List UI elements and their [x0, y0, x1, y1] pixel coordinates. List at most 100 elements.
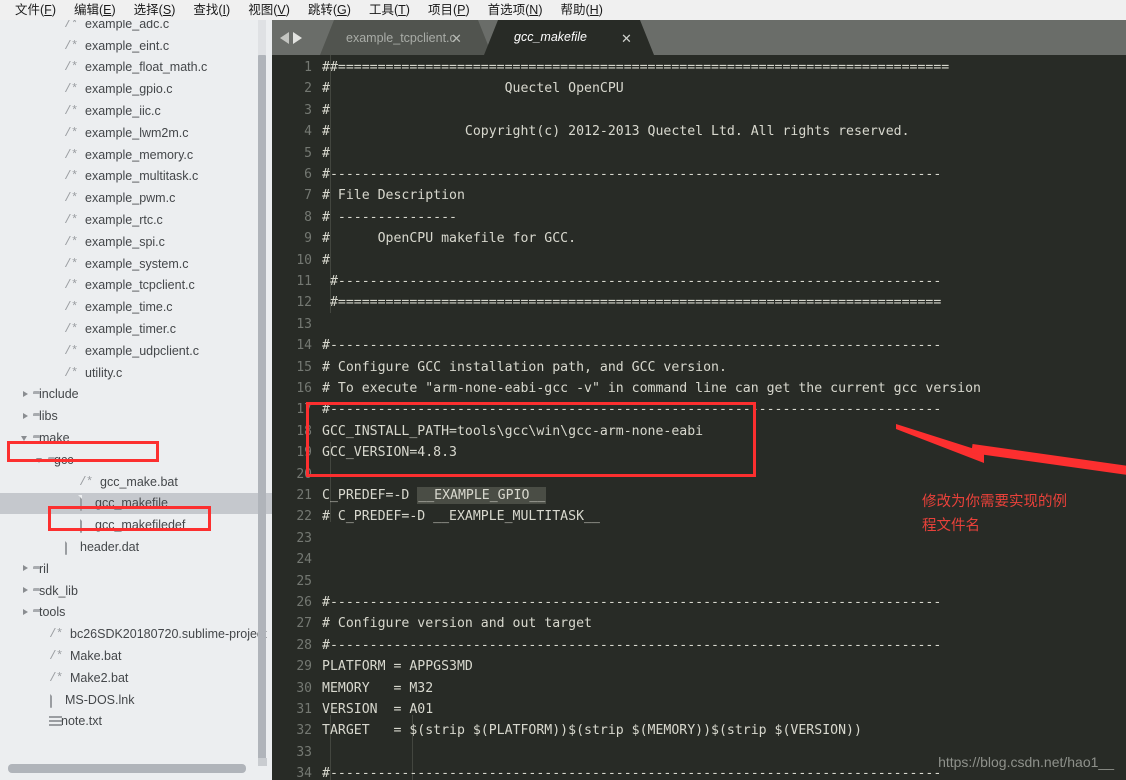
code-line[interactable]: TARGET = $(strip $(PLATFORM))$(strip $(M…: [322, 720, 862, 741]
sidebar-horizontal-scrollbar-track[interactable]: [0, 758, 272, 780]
chevron-right-icon[interactable]: [21, 564, 30, 573]
line-number: 7: [304, 188, 312, 204]
chevron-right-icon[interactable]: [21, 586, 30, 595]
tree-item-header-dat[interactable]: header.dat: [0, 536, 272, 558]
tree-item-utility-c[interactable]: /* utility.c: [0, 362, 272, 384]
code-line[interactable]: #---------------------------------------…: [322, 763, 941, 780]
close-icon[interactable]: ✕: [451, 32, 462, 45]
tree-item-example-iic-c[interactable]: /* example_iic.c: [0, 100, 272, 122]
code-line[interactable]: PLATFORM = APPGS3MD: [322, 656, 473, 677]
c-file-icon: /*: [49, 649, 63, 664]
text-file-icon: [48, 714, 55, 728]
tab-label: example_tcpclient.c: [346, 31, 456, 45]
tree-item-tools[interactable]: tools: [0, 602, 272, 624]
tree-item-example-time-c[interactable]: /* example_time.c: [0, 296, 272, 318]
menu-item-4[interactable]: 查找(I): [184, 0, 239, 20]
tree-item-example-pwm-c[interactable]: /* example_pwm.c: [0, 187, 272, 209]
code-line[interactable]: # File Description: [322, 185, 465, 206]
c-file-icon: /*: [64, 213, 78, 228]
code-line[interactable]: #---------------------------------------…: [322, 271, 941, 292]
file-tree-sidebar[interactable]: /* example_adc.c /* example_eint.c /* example…: [0, 20, 272, 780]
tree-item-example-adc-c[interactable]: /* example_adc.c: [0, 20, 272, 35]
tree-item-label: note.txt: [61, 714, 102, 729]
close-icon[interactable]: ✕: [621, 32, 632, 45]
menu-item-8[interactable]: 项目(P): [419, 0, 479, 20]
arrow-right-icon[interactable]: [293, 32, 302, 44]
tree-item-example-float-math-c[interactable]: /* example_float_math.c: [0, 57, 272, 79]
tree-item-example-multitask-c[interactable]: /* example_multitask.c: [0, 166, 272, 188]
menu-item-3[interactable]: 选择(S): [125, 0, 185, 20]
code-line[interactable]: #---------------------------------------…: [322, 635, 941, 656]
code-line[interactable]: VERSION = A01: [322, 699, 433, 720]
arrow-left-icon[interactable]: [280, 32, 289, 44]
tree-item-gcc-make-bat[interactable]: /* gcc_make.bat: [0, 471, 272, 493]
line-number: 29: [296, 659, 312, 675]
menu-item-2[interactable]: 编辑(E): [65, 0, 125, 20]
tree-item-example-rtc-c[interactable]: /* example_rtc.c: [0, 209, 272, 231]
tree-item-example-tcpclient-c[interactable]: /* example_tcpclient.c: [0, 275, 272, 297]
code-line[interactable]: # To execute "arm-none-eabi-gcc -v" in c…: [322, 378, 981, 399]
code-line[interactable]: #=======================================…: [322, 292, 941, 313]
code-line[interactable]: #---------------------------------------…: [322, 164, 941, 185]
sidebar-horizontal-scrollbar-thumb[interactable]: [8, 764, 246, 773]
code-line[interactable]: # C_PREDEF=-D __EXAMPLE_MULTITASK__: [322, 506, 600, 527]
tree-item-make-bat[interactable]: /* Make.bat: [0, 645, 272, 667]
sidebar-vertical-scrollbar-thumb[interactable]: [258, 55, 266, 760]
code-line[interactable]: # Configure version and out target: [322, 613, 592, 634]
tab-gcc-makefile[interactable]: gcc_makefile ✕: [484, 20, 654, 55]
code-line[interactable]: # Copyright(c) 2012-2013 Quectel Ltd. Al…: [322, 121, 910, 142]
c-file-icon: /*: [49, 670, 63, 685]
code-line[interactable]: #: [322, 250, 330, 271]
tree-item-include[interactable]: include: [0, 384, 272, 406]
tree-item-ril[interactable]: ril: [0, 558, 272, 580]
menu-item-5[interactable]: 视图(V): [239, 0, 299, 20]
code-line[interactable]: MEMORY = M32: [322, 678, 433, 699]
scrollbar-corner: [258, 758, 267, 766]
tree-item-label: tools: [39, 605, 66, 620]
tree-item-label: include: [39, 387, 79, 402]
menu-item-9[interactable]: 首选项(N): [479, 0, 552, 20]
tree-item-example-lwm2m-c[interactable]: /* example_lwm2m.c: [0, 122, 272, 144]
tree-item-label: example_spi.c: [85, 234, 165, 249]
tree-item-sdk-lib[interactable]: sdk_lib: [0, 580, 272, 602]
tab-nav-arrows[interactable]: [280, 28, 320, 48]
tree-item-label: example_iic.c: [85, 104, 161, 119]
code-line[interactable]: #: [322, 100, 330, 121]
tree-item-example-gpio-c[interactable]: /* example_gpio.c: [0, 78, 272, 100]
tree-item-example-memory-c[interactable]: /* example_memory.c: [0, 144, 272, 166]
tree-item-example-udpclient-c[interactable]: /* example_udpclient.c: [0, 340, 272, 362]
code-line[interactable]: C_PREDEF=-D __EXAMPLE_GPIO__: [322, 485, 547, 506]
chevron-right-icon[interactable]: [21, 608, 30, 617]
tree-item-example-timer-c[interactable]: /* example_timer.c: [0, 318, 272, 340]
code-line[interactable]: #: [322, 143, 330, 164]
menu-item-7[interactable]: 工具(T): [360, 0, 419, 20]
tree-item-make2-bat[interactable]: /* Make2.bat: [0, 667, 272, 689]
menu-item-1[interactable]: 文件(F): [6, 0, 65, 20]
code-line[interactable]: # ---------------: [322, 207, 457, 228]
tree-item-example-system-c[interactable]: /* example_system.c: [0, 253, 272, 275]
chevron-right-icon[interactable]: [21, 390, 30, 399]
tree-item-label: Make.bat: [70, 649, 122, 664]
tree-item-example-eint-c[interactable]: /* example_eint.c: [0, 35, 272, 57]
chevron-right-icon[interactable]: [21, 412, 30, 421]
code-line[interactable]: #---------------------------------------…: [322, 335, 941, 356]
tree-item-bc26sdk20180720-sublime-project[interactable]: /* bc26SDK20180720.sublime-project: [0, 623, 272, 645]
code-line[interactable]: # Quectel OpenCPU: [322, 78, 624, 99]
code-line[interactable]: # OpenCPU makefile for GCC.: [322, 228, 576, 249]
tree-item-example-spi-c[interactable]: /* example_spi.c: [0, 231, 272, 253]
code-line[interactable]: ##======================================…: [322, 57, 949, 78]
tree-item-note-txt[interactable]: note.txt: [0, 711, 272, 733]
tree-item-ms-dos-lnk[interactable]: MS-DOS.lnk: [0, 689, 272, 711]
tree-item-libs[interactable]: libs: [0, 405, 272, 427]
tab-example-tcpclient[interactable]: example_tcpclient.c ✕: [320, 20, 492, 55]
menu-item-6[interactable]: 跳转(G): [299, 0, 360, 20]
code-line[interactable]: # Configure GCC installation path, and G…: [322, 357, 727, 378]
menu-item-10[interactable]: 帮助(H): [552, 0, 612, 20]
code-line[interactable]: #---------------------------------------…: [322, 592, 941, 613]
line-number: 5: [304, 145, 312, 161]
